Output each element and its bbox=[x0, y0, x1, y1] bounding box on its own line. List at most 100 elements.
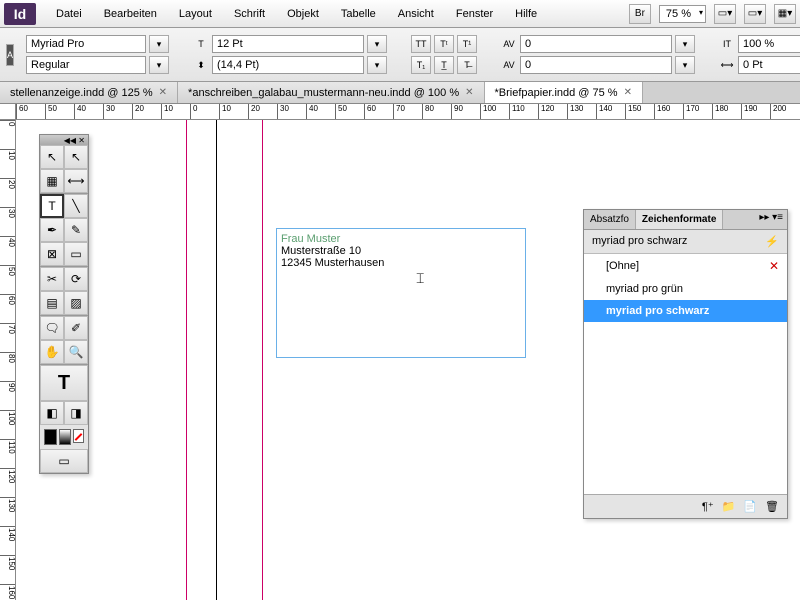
transform-tool[interactable]: ⟳ bbox=[64, 267, 88, 291]
hscale-icon: ⟷ bbox=[719, 57, 735, 73]
doc-tab-2[interactable]: *anschreiben_galabau_mustermann-neu.indd… bbox=[178, 82, 484, 103]
doc-tab-1[interactable]: stellenanzeige.indd @ 125 % ✕ bbox=[0, 82, 178, 103]
text-line-1: Frau Muster bbox=[281, 233, 521, 245]
smallcaps-button[interactable]: Tᵗ bbox=[434, 35, 454, 53]
font-family-input[interactable] bbox=[26, 35, 146, 53]
control-panel: A ▾ ▾ T▾ ⬍▾ TTTᵗT¹ T₁T̲T̶ AV▾ AV▾ IT▾ ⟷▾… bbox=[0, 28, 800, 82]
strike-button[interactable]: T̶ bbox=[457, 56, 477, 74]
vertical-ruler[interactable]: 0102030405060708090100110120130140150160… bbox=[0, 120, 16, 600]
tools-panel[interactable]: ◀◀ ✕ ↖ ↖ ▦ ⟷ T ╲ ✒ ✎ ⊠ ▭ ✂ ⟳ ▤ ▨ 🗨 ✐ ✋ 🔍… bbox=[39, 134, 89, 474]
menu-bearbeiten[interactable]: Bearbeiten bbox=[94, 4, 167, 24]
delete-style-icon[interactable]: 🗑 bbox=[765, 500, 779, 513]
vscale-icon: IT bbox=[719, 36, 735, 52]
new-style-icon[interactable]: 📄 bbox=[743, 500, 757, 513]
sub-button[interactable]: T₁ bbox=[411, 56, 431, 74]
doc-tab-3[interactable]: *Briefpapier.indd @ 75 %✕ bbox=[485, 82, 643, 103]
apply-color[interactable] bbox=[44, 429, 57, 445]
menu-datei[interactable]: Datei bbox=[46, 4, 92, 24]
screen-mode-icon[interactable]: ▭▾ bbox=[744, 4, 766, 24]
menu-objekt[interactable]: Objekt bbox=[277, 4, 329, 24]
view-mode-tool[interactable]: ▭ bbox=[40, 449, 88, 473]
zoom-tool[interactable]: 🔍 bbox=[64, 340, 88, 364]
bridge-button[interactable]: Br bbox=[629, 4, 651, 24]
pen-tool[interactable]: ✒ bbox=[40, 218, 64, 242]
guide[interactable] bbox=[186, 120, 187, 600]
close-icon[interactable]: ✕ bbox=[159, 87, 167, 98]
style-item-none[interactable]: [Ohne]✕ bbox=[584, 254, 787, 278]
tab-character-styles[interactable]: Zeichenformate bbox=[636, 210, 723, 229]
style-label: myriad pro grün bbox=[606, 283, 683, 295]
vscale-input[interactable] bbox=[738, 35, 800, 53]
eyedropper-tool[interactable]: ✐ bbox=[64, 316, 88, 340]
dropdown-icon[interactable]: ▾ bbox=[367, 35, 387, 53]
char-format-toggle[interactable]: A bbox=[6, 44, 14, 66]
text-line-2: Musterstraße 10 bbox=[281, 245, 521, 257]
line-tool[interactable]: ╲ bbox=[64, 194, 88, 218]
font-size-input[interactable] bbox=[212, 35, 364, 53]
tracking-icon: AV bbox=[501, 57, 517, 73]
menu-ansicht[interactable]: Ansicht bbox=[388, 4, 444, 24]
gradient-feather-tool[interactable]: ▨ bbox=[64, 291, 88, 315]
gradient-swatch-tool[interactable]: ▤ bbox=[40, 291, 64, 315]
text-frame[interactable]: Frau Muster Musterstraße 10 12345 Muster… bbox=[276, 228, 526, 358]
close-icon[interactable]: ✕ bbox=[624, 87, 632, 98]
hand-tool[interactable]: ✋ bbox=[40, 340, 64, 364]
font-style-input[interactable] bbox=[26, 56, 146, 74]
menu-fenster[interactable]: Fenster bbox=[446, 4, 503, 24]
rectangle-tool[interactable]: ▭ bbox=[64, 242, 88, 266]
menu-tabelle[interactable]: Tabelle bbox=[331, 4, 386, 24]
selection-tool[interactable]: ↖ bbox=[40, 145, 64, 169]
menubar: Id Datei Bearbeiten Layout Schrift Objek… bbox=[0, 0, 800, 28]
fill-stroke-swap[interactable]: T bbox=[40, 365, 88, 401]
tab-label: stellenanzeige.indd @ 125 % bbox=[10, 87, 153, 99]
super-button[interactable]: T¹ bbox=[457, 35, 477, 53]
tracking-input[interactable] bbox=[520, 56, 672, 74]
tab-paragraph-styles[interactable]: Absatzfo bbox=[584, 210, 636, 229]
baseline-input[interactable] bbox=[738, 56, 800, 74]
ruler-origin[interactable] bbox=[0, 104, 16, 120]
character-styles-panel[interactable]: Absatzfo Zeichenformate ▸▸ ▾≡ myriad pro… bbox=[583, 209, 788, 519]
clear-override-icon[interactable]: ✕ bbox=[769, 259, 779, 273]
close-icon[interactable]: ✕ bbox=[465, 87, 473, 98]
leading-input[interactable] bbox=[212, 56, 364, 74]
panel-collapse-icon[interactable]: ◀◀ ✕ bbox=[40, 135, 88, 145]
new-folder-icon[interactable]: 📁 bbox=[722, 500, 736, 513]
dropdown-icon[interactable]: ▾ bbox=[675, 56, 695, 74]
zoom-level[interactable]: 75 % bbox=[659, 5, 706, 23]
scissors-tool[interactable]: ✂ bbox=[40, 267, 64, 291]
arrange-icon[interactable]: ▦▾ bbox=[774, 4, 796, 24]
page-tool[interactable]: ▦ bbox=[40, 169, 64, 193]
menu-schrift[interactable]: Schrift bbox=[224, 4, 275, 24]
type-tool[interactable]: T bbox=[40, 194, 64, 218]
direct-selection-tool[interactable]: ↖ bbox=[64, 145, 88, 169]
quick-apply-icon[interactable]: ⚡ bbox=[765, 235, 779, 248]
pencil-tool[interactable]: ✎ bbox=[64, 218, 88, 242]
view-mode-icon[interactable]: ▭▾ bbox=[714, 4, 736, 24]
dropdown-icon[interactable]: ▾ bbox=[149, 35, 169, 53]
apply-gradient[interactable] bbox=[59, 429, 72, 445]
apply-none[interactable] bbox=[73, 429, 84, 443]
style-list: [Ohne]✕ myriad pro grün myriad pro schwa… bbox=[584, 254, 787, 494]
text-cursor-icon: ⌶ bbox=[416, 270, 424, 287]
underline-button[interactable]: T̲ bbox=[434, 56, 454, 74]
allcaps-button[interactable]: TT bbox=[411, 35, 431, 53]
style-item-schwarz[interactable]: myriad pro schwarz bbox=[584, 300, 787, 322]
panel-menu-icon[interactable]: ▸▸ ▾≡ bbox=[755, 210, 787, 229]
kerning-input[interactable] bbox=[520, 35, 672, 53]
dropdown-icon[interactable]: ▾ bbox=[675, 35, 695, 53]
format-text-icon[interactable]: ◨ bbox=[64, 401, 88, 425]
text-line-3: 12345 Musterhausen bbox=[281, 257, 521, 269]
new-group-icon[interactable]: ¶⁺ bbox=[702, 500, 714, 513]
menu-layout[interactable]: Layout bbox=[169, 4, 222, 24]
style-item-gruen[interactable]: myriad pro grün bbox=[584, 278, 787, 300]
dropdown-icon[interactable]: ▾ bbox=[367, 56, 387, 74]
gap-tool[interactable]: ⟷ bbox=[64, 169, 88, 193]
margin-guide[interactable] bbox=[262, 120, 263, 600]
format-container-icon[interactable]: ◧ bbox=[40, 401, 64, 425]
note-tool[interactable]: 🗨 bbox=[40, 316, 64, 340]
dropdown-icon[interactable]: ▾ bbox=[149, 56, 169, 74]
kerning-icon: AV bbox=[501, 36, 517, 52]
menu-hilfe[interactable]: Hilfe bbox=[505, 4, 547, 24]
frame-tool[interactable]: ⊠ bbox=[40, 242, 64, 266]
horizontal-ruler[interactable]: 6050403020100102030405060708090100110120… bbox=[16, 104, 800, 120]
